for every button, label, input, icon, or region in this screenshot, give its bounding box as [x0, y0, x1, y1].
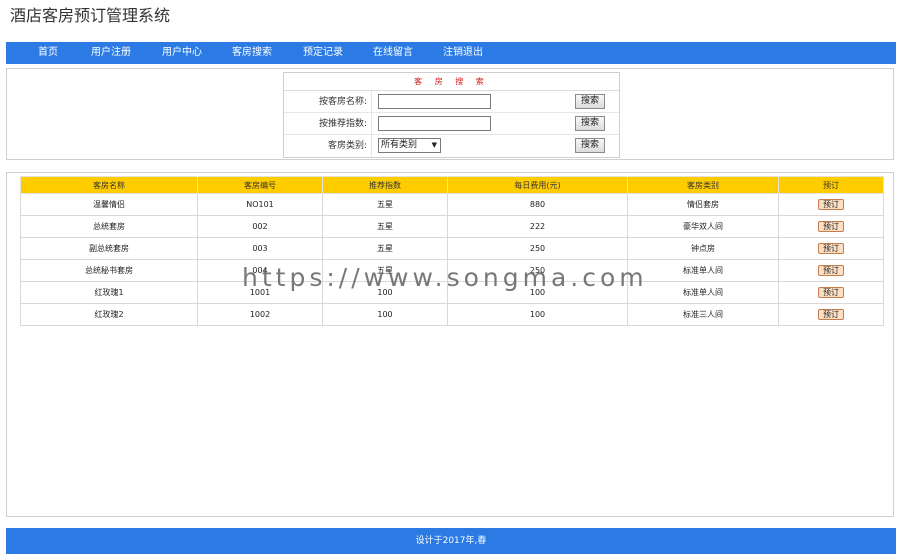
column-header: 每日费用(元) [447, 176, 628, 194]
search-title: 客 房 搜 索 [284, 73, 619, 91]
room-rating-cell: 五星 [322, 237, 448, 260]
book-cell: 预订 [778, 281, 884, 304]
search-name-label: 按客房名称: [284, 91, 372, 113]
room-category-selected: 所有类别 [381, 140, 418, 150]
room-rating-cell: 100 [322, 303, 448, 326]
room-number-cell: 004 [197, 259, 323, 282]
main-nav: 首页 用户注册 用户中心 客房搜索 预定记录 在线留言 注销退出 [6, 42, 896, 64]
room-category-cell: 豪华双人间 [627, 215, 779, 238]
book-cell: 预订 [778, 193, 884, 216]
rating-input[interactable] [378, 116, 491, 131]
room-rating-cell: 五星 [322, 259, 448, 282]
room-number-cell: 002 [197, 215, 323, 238]
nav-user-center[interactable]: 用户中心 [162, 42, 202, 64]
column-header: 客房类别 [627, 176, 779, 194]
search-name-button[interactable]: 搜索 [575, 94, 605, 109]
table-row: 温馨情侣 NO101 五星 880 情侣套房 预订 [20, 193, 884, 216]
room-name-cell: 温馨情侣 [20, 193, 198, 216]
search-rating-label: 按推荐指数: [284, 113, 372, 135]
room-name-cell: 红玫瑰2 [20, 303, 198, 326]
search-category-button[interactable]: 搜索 [575, 138, 605, 153]
room-category-cell: 标准三人间 [627, 303, 779, 326]
room-name-cell: 副总统套房 [20, 237, 198, 260]
room-name-input[interactable] [378, 94, 491, 109]
room-category-cell: 情侣套房 [627, 193, 779, 216]
nav-logout[interactable]: 注销退出 [443, 42, 483, 64]
book-button[interactable]: 预订 [818, 221, 844, 232]
table-row: 总统套房 002 五星 222 豪华双人间 预订 [20, 215, 884, 238]
room-price-cell: 100 [447, 303, 628, 326]
column-header: 预订 [778, 176, 884, 194]
room-number-cell: 003 [197, 237, 323, 260]
room-price-cell: 250 [447, 259, 628, 282]
book-button[interactable]: 预订 [818, 287, 844, 298]
room-category-select[interactable]: 所有类别 ▼ [378, 138, 441, 153]
column-header: 客房编号 [197, 176, 323, 194]
nav-messages[interactable]: 在线留言 [373, 42, 413, 64]
room-number-cell: 1002 [197, 303, 323, 326]
search-form: 客 房 搜 索 按客房名称: 搜索 按推荐指数: 搜索 客房类别: 所有类别 ▼… [283, 72, 620, 158]
search-panel: 客 房 搜 索 按客房名称: 搜索 按推荐指数: 搜索 客房类别: 所有类别 ▼… [6, 68, 894, 160]
room-price-cell: 100 [447, 281, 628, 304]
table-row: 总统秘书套房 004 五星 250 标准单人间 预订 [20, 259, 884, 282]
book-cell: 预订 [778, 237, 884, 260]
room-category-cell: 标准单人间 [627, 281, 779, 304]
book-button[interactable]: 预订 [818, 199, 844, 210]
book-button[interactable]: 预订 [818, 265, 844, 276]
table-row: 红玫瑰2 1002 100 100 标准三人间 预订 [20, 303, 884, 326]
site-title: 酒店客房预订管理系统 [10, 6, 171, 25]
column-header: 推荐指数 [322, 176, 448, 194]
room-rating-cell: 五星 [322, 193, 448, 216]
book-cell: 预订 [778, 259, 884, 282]
table-row: 红玫瑰1 1001 100 100 标准单人间 预订 [20, 281, 884, 304]
footer: 设计于2017年,春 [6, 528, 896, 554]
table-row: 副总统套房 003 五星 250 钟点房 预订 [20, 237, 884, 260]
room-name-cell: 总统秘书套房 [20, 259, 198, 282]
room-name-cell: 总统套房 [20, 215, 198, 238]
room-price-cell: 250 [447, 237, 628, 260]
rooms-panel: 客房名称 客房编号 推荐指数 每日费用(元) 客房类别 预订 温馨情侣 NO10… [6, 172, 894, 517]
search-by-name-row: 按客房名称: 搜索 [284, 91, 619, 113]
dropdown-arrow-icon: ▼ [431, 141, 437, 149]
room-price-cell: 880 [447, 193, 628, 216]
book-button[interactable]: 预订 [818, 243, 844, 254]
book-cell: 预订 [778, 303, 884, 326]
search-rating-button[interactable]: 搜索 [575, 116, 605, 131]
footer-text: 设计于2017年,春 [415, 536, 487, 546]
room-price-cell: 222 [447, 215, 628, 238]
column-header: 客房名称 [20, 176, 198, 194]
room-category-cell: 钟点房 [627, 237, 779, 260]
rooms-table: 客房名称 客房编号 推荐指数 每日费用(元) 客房类别 预订 温馨情侣 NO10… [20, 176, 884, 326]
book-cell: 预订 [778, 215, 884, 238]
table-header-row: 客房名称 客房编号 推荐指数 每日费用(元) 客房类别 预订 [20, 176, 884, 194]
nav-room-search[interactable]: 客房搜索 [232, 42, 272, 64]
room-rating-cell: 五星 [322, 215, 448, 238]
search-by-category-row: 客房类别: 所有类别 ▼ 搜索 [284, 135, 619, 157]
book-button[interactable]: 预订 [818, 309, 844, 320]
room-number-cell: 1001 [197, 281, 323, 304]
room-category-cell: 标准单人间 [627, 259, 779, 282]
nav-register[interactable]: 用户注册 [91, 42, 131, 64]
nav-booking-records[interactable]: 预定记录 [303, 42, 343, 64]
search-by-rating-row: 按推荐指数: 搜索 [284, 113, 619, 135]
room-name-cell: 红玫瑰1 [20, 281, 198, 304]
room-number-cell: NO101 [197, 193, 323, 216]
room-rating-cell: 100 [322, 281, 448, 304]
search-category-label: 客房类别: [284, 135, 372, 157]
nav-home[interactable]: 首页 [38, 42, 58, 64]
